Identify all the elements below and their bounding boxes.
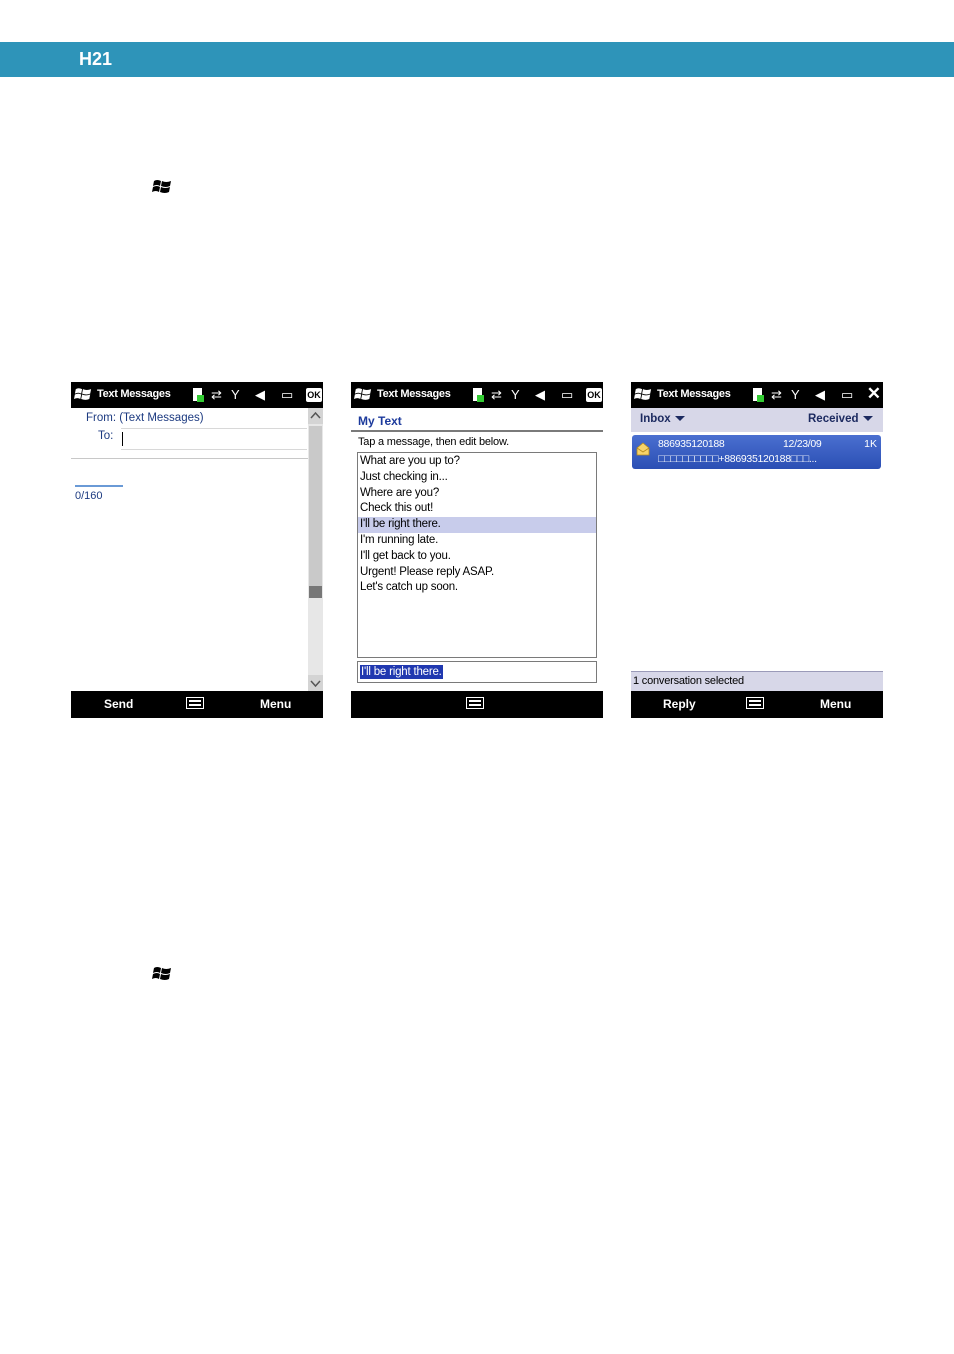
menu-softkey[interactable]: Menu [260,697,291,711]
status-bar: Text Messages ⇄ Y ◀ ▭ OK [71,382,323,408]
message-date: 12/23/09 [783,438,822,450]
conversation-row[interactable]: 886935120188 12/23/09 1K □□□□□□□□□□+8869… [632,435,881,469]
sim-card-icon [193,388,204,402]
keyboard-icon[interactable] [186,697,204,709]
phone-screen-compose: Text Messages ⇄ Y ◀ ▭ OK From: (Text Mes… [71,382,323,718]
sort-dropdown[interactable]: Received [808,413,873,425]
divider [71,458,308,459]
folder-dropdown[interactable]: Inbox [640,413,685,425]
section-header-bar: H21 [0,42,954,77]
list-item[interactable]: Let's catch up soon. [358,580,596,596]
sim-card-icon [473,388,484,402]
scroll-thumb-grip [309,586,322,598]
text-caret [122,432,123,446]
battery-icon: ▭ [841,387,854,402]
app-title: Text Messages [377,388,451,400]
message-size: 1K [864,438,877,450]
send-softkey[interactable]: Send [104,697,133,711]
list-item[interactable]: Check this out! [358,501,596,517]
app-title: Text Messages [97,388,171,400]
phone-screen-inbox: Text Messages ⇄ Y ◀ ▭ ✕ Inbox Received 8… [631,382,883,718]
edit-text-selection: I'll be right there. [360,665,443,679]
status-bar: Text Messages ⇄ Y ◀ ▭ OK [351,382,603,408]
chevron-down-icon [310,680,321,688]
selection-status-text: 1 conversation selected [633,675,744,687]
edit-text-input[interactable]: I'll be right there. [357,661,597,683]
title-divider [351,430,603,432]
softkey-bar: Reply Menu [631,691,883,718]
scroll-down-button[interactable] [308,675,323,691]
speaker-icon[interactable]: ◀ [535,387,545,403]
close-icon[interactable]: ✕ [867,385,881,403]
list-item[interactable]: Just checking in... [358,470,596,486]
sim-card-icon [753,388,764,402]
data-connection-icon: ⇄ [771,387,782,402]
list-item[interactable]: I'm running late. [358,533,596,549]
instruction-text: Tap a message, then edit below. [358,436,509,448]
speaker-icon[interactable]: ◀ [815,387,825,403]
from-field[interactable]: From: (Text Messages) [86,412,204,424]
keyboard-icon[interactable] [746,697,764,709]
battery-icon: ▭ [281,387,294,402]
signal-icon: Y [231,387,240,402]
scroll-up-button[interactable] [308,408,323,424]
list-item[interactable]: What are you up to? [358,454,596,470]
list-item-selected[interactable]: I'll be right there. [358,517,596,533]
to-label: To: [98,430,114,442]
reply-softkey[interactable]: Reply [663,697,696,711]
data-connection-icon: ⇄ [211,387,222,402]
softkey-bar [351,691,603,718]
quick-text-list[interactable]: What are you up to? Just checking in... … [357,452,597,658]
list-item[interactable]: I'll get back to you. [358,549,596,565]
counter-divider [75,485,123,487]
ok-button[interactable]: OK [306,388,322,402]
character-counter: 0/160 [75,490,103,502]
message-preview: □□□□□□□□□□+886935120188□□□... [658,453,817,465]
signal-icon: Y [791,387,800,402]
chevron-down-icon [674,416,685,421]
folder-dropdown-label: Inbox [640,413,671,425]
signal-icon: Y [511,387,520,402]
windows-start-icon [152,967,171,980]
softkey-bar: Send Menu [71,691,323,718]
chevron-down-icon [862,416,873,421]
phone-screen-my-text: Text Messages ⇄ Y ◀ ▭ OK My Text Tap a m… [351,382,603,718]
message-envelope-icon [636,442,650,456]
scrollbar[interactable] [308,408,323,691]
sort-dropdown-label: Received [808,413,859,425]
ok-button[interactable]: OK [586,388,602,402]
list-item[interactable]: Where are you? [358,486,596,502]
windows-start-icon[interactable] [354,386,372,403]
status-bar: Text Messages ⇄ Y ◀ ▭ ✕ [631,382,883,408]
windows-start-icon[interactable] [634,386,652,403]
selection-status: 1 conversation selected [631,671,883,692]
windows-start-icon [152,180,171,193]
app-title: Text Messages [657,388,731,400]
speaker-icon[interactable]: ◀ [255,387,265,403]
list-item[interactable]: Urgent! Please reply ASAP. [358,565,596,581]
keyboard-icon[interactable] [466,697,484,709]
screen-title: My Text [358,414,402,428]
scroll-thumb[interactable] [309,426,322,596]
windows-start-icon[interactable] [74,386,92,403]
battery-icon: ▭ [561,387,574,402]
data-connection-icon: ⇄ [491,387,502,402]
sender-number: 886935120188 [658,438,725,450]
menu-softkey[interactable]: Menu [820,697,851,711]
section-title: H21 [79,49,113,69]
chevron-up-icon [310,411,321,419]
to-input[interactable] [121,428,307,450]
filter-bar: Inbox Received [631,408,883,432]
